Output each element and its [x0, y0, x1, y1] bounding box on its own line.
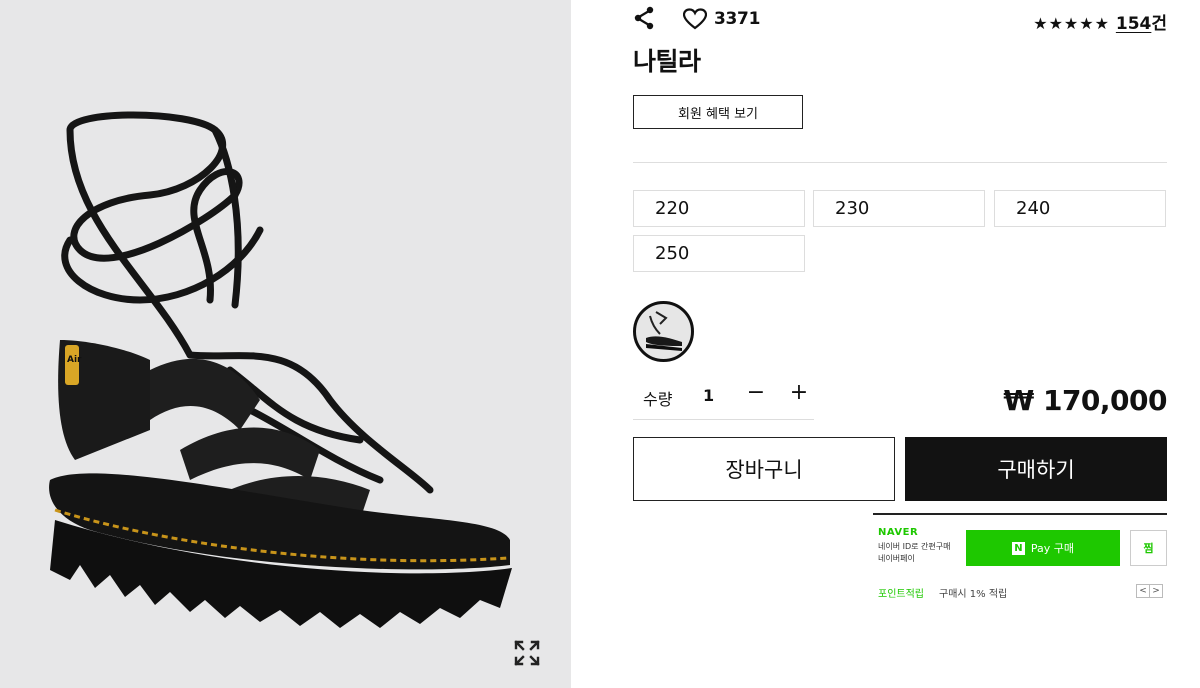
point-description: 구매시 1% 적립	[939, 589, 1008, 600]
quantity-label: 수량	[643, 390, 673, 409]
like-count: 3371	[714, 9, 761, 29]
review-count-suffix: 건	[1151, 14, 1167, 34]
naver-desc-line: 네이버페이	[878, 554, 915, 563]
product-image-panel: Air	[0, 0, 571, 688]
member-benefit-button[interactable]: 회원 혜택 보기	[633, 95, 803, 129]
product-price: ₩ 170,000	[1003, 384, 1167, 417]
size-option[interactable]: 250	[633, 235, 805, 272]
size-option-label: 220	[655, 198, 690, 219]
share-icon[interactable]	[633, 6, 657, 30]
size-option[interactable]: 240	[994, 190, 1166, 227]
naver-n-icon: N	[1011, 541, 1025, 555]
rating-stars: ★★★★★	[1033, 14, 1110, 33]
quantity-increase-button[interactable]: +	[786, 380, 812, 410]
product-detail-panel: 3371 ★★★★★ 154건 나틸라 회원 혜택 보기 220 230 240…	[633, 0, 1167, 688]
naver-pay-description: 네이버 ID로 간편구매 네이버페이	[878, 541, 968, 565]
size-option-label: 250	[655, 243, 690, 264]
naver-wishlist-button[interactable]: 찜	[1130, 530, 1167, 566]
heart-icon[interactable]	[682, 8, 708, 30]
next-arrow-icon[interactable]: >	[1149, 584, 1163, 598]
naver-pay-button[interactable]: N Pay 구매	[966, 530, 1120, 566]
color-swatch-black[interactable]	[633, 301, 694, 362]
svg-text:Air: Air	[67, 355, 82, 365]
point-label: 포인트적립	[878, 589, 924, 600]
rating: ★★★★★ 154건	[1033, 9, 1167, 34]
buy-now-button[interactable]: 구매하기	[905, 437, 1167, 501]
naver-desc-line: 네이버 ID로 간편구매	[878, 542, 951, 551]
prev-arrow-icon[interactable]: <	[1136, 584, 1150, 598]
quantity-value: 1	[703, 386, 715, 405]
point-pager: < >	[1136, 584, 1163, 598]
size-option-label: 230	[835, 198, 870, 219]
add-to-cart-button[interactable]: 장바구니	[633, 437, 895, 501]
product-actions-row: 3371 ★★★★★ 154건	[633, 4, 1167, 34]
product-title: 나틸라	[633, 47, 701, 76]
size-option-label: 240	[1016, 198, 1051, 219]
review-count-link[interactable]: 154	[1116, 14, 1152, 34]
expand-icon[interactable]	[512, 638, 542, 668]
naver-pay-label: Pay 구매	[1030, 542, 1075, 555]
quantity-decrease-button[interactable]: −	[743, 380, 769, 410]
size-option[interactable]: 220	[633, 190, 805, 227]
naver-pay-box: NAVER 네이버 ID로 간편구매 네이버페이 N Pay 구매 찜	[873, 513, 1167, 570]
divider	[633, 162, 1167, 163]
naver-point-row: 포인트적립 구매시 1% 적립 < >	[873, 577, 1167, 603]
size-option[interactable]: 230	[813, 190, 985, 227]
product-image[interactable]: Air	[30, 100, 530, 640]
naver-logo: NAVER	[878, 527, 919, 538]
quantity-stepper: 수량 1 − +	[633, 378, 814, 420]
